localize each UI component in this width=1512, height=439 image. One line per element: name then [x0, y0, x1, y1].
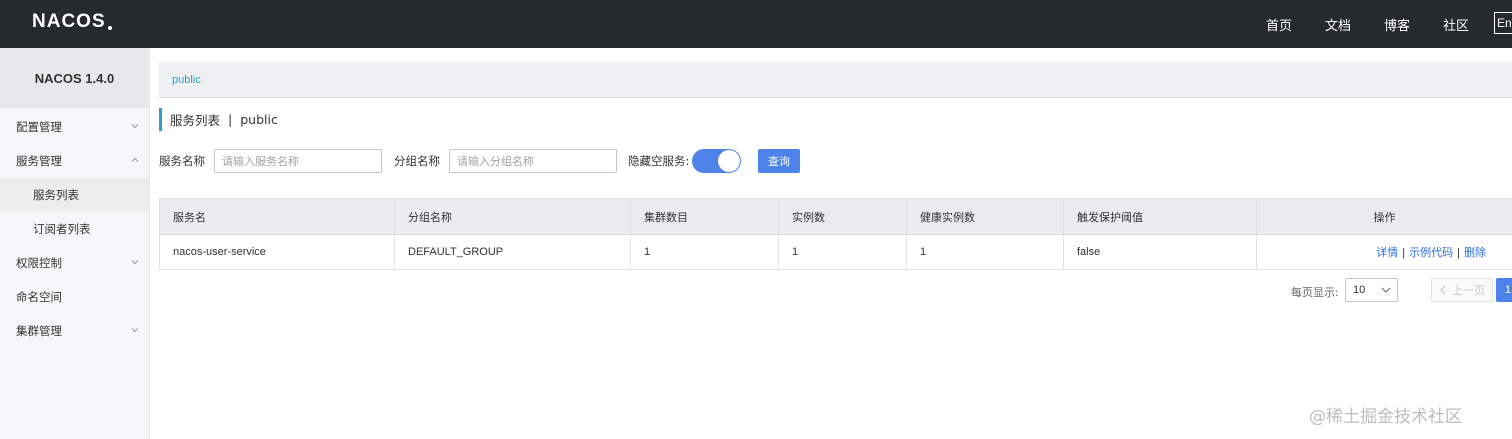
page-title-namespace: public — [240, 112, 278, 127]
page-size-select[interactable]: 10 — [1345, 278, 1398, 302]
chevron-left-icon — [1440, 285, 1446, 295]
sidebar-item-label: 权限控制 — [16, 256, 62, 270]
page-title: 服务列表 | public — [159, 108, 278, 131]
table-header-row: 服务名 分组名称 集群数目 实例数 健康实例数 触发保护阈值 操作 — [159, 198, 1512, 235]
hide-empty-toggle[interactable] — [692, 149, 741, 173]
page-title-text: 服务列表 — [170, 113, 221, 128]
query-button[interactable]: 查询 — [758, 149, 800, 173]
cell-service: nacos-user-service — [159, 234, 395, 270]
group-name-label: 分组名称 — [394, 154, 440, 168]
logo-text: NACOS — [32, 11, 106, 32]
col-header-instances: 实例数 — [778, 198, 907, 235]
language-switch-button[interactable]: En — [1494, 12, 1512, 34]
sidebar-item-label: 订阅者列表 — [33, 222, 91, 236]
service-name-input[interactable] — [214, 149, 382, 173]
action-separator: | — [1402, 247, 1406, 259]
nav-blog[interactable]: 博客 — [1384, 15, 1410, 34]
service-name-filter: 服务名称 — [159, 149, 382, 173]
sidebar-item-label: 配置管理 — [16, 120, 62, 134]
watermark: @稀土掘金技术社区 — [1309, 407, 1462, 427]
group-name-filter: 分组名称 — [394, 149, 617, 173]
sample-code-link[interactable]: 示例代码 — [1409, 247, 1453, 259]
cell-clusters: 1 — [630, 234, 779, 270]
col-header-threshold: 触发保护阈值 — [1063, 198, 1257, 235]
sidebar-item-cluster-management[interactable]: 集群管理 — [0, 314, 149, 348]
cell-group: DEFAULT_GROUP — [394, 234, 631, 270]
title-separator: | — [228, 112, 233, 127]
current-page-button[interactable]: 1 — [1496, 278, 1512, 302]
top-header: NACOS 首页 文档 博客 社区 En — [0, 0, 1512, 48]
col-header-actions: 操作 — [1256, 198, 1512, 235]
nav-community[interactable]: 社区 — [1443, 15, 1469, 34]
col-header-healthy: 健康实例数 — [906, 198, 1064, 235]
service-table: 服务名 分组名称 集群数目 实例数 健康实例数 触发保护阈值 操作 nacos-… — [159, 198, 1512, 270]
nav-docs[interactable]: 文档 — [1325, 15, 1351, 34]
namespace-bar: public — [159, 62, 1512, 98]
sidebar-item-service-management[interactable]: 服务管理 — [0, 144, 149, 178]
page-size-label: 每页显示: — [1291, 286, 1339, 299]
sidebar-item-label: 集群管理 — [16, 324, 62, 338]
sidebar-item-config-management[interactable]: 配置管理 — [0, 110, 149, 144]
col-header-group: 分组名称 — [394, 198, 631, 235]
cell-threshold: false — [1063, 234, 1257, 270]
sidebar-item-namespace[interactable]: 命名空间 — [0, 280, 149, 314]
prev-page-button[interactable]: 上一页 — [1431, 278, 1493, 302]
delete-link[interactable]: 删除 — [1464, 247, 1486, 259]
action-separator: | — [1457, 247, 1460, 259]
main-content: public 服务列表 | public 服务名称 分组名称 隐藏空服务: 查询… — [150, 48, 1512, 439]
sidebar-item-service-list[interactable]: 服务列表 — [0, 178, 149, 212]
sidebar-item-access-control[interactable]: 权限控制 — [0, 246, 149, 280]
sidebar-item-label: 命名空间 — [16, 290, 62, 304]
cell-instances: 1 — [778, 234, 907, 270]
sidebar-item-label: 服务列表 — [33, 188, 79, 202]
namespace-link[interactable]: public — [172, 74, 201, 86]
sidebar-menu: 配置管理 服务管理 服务列表 订阅者列表 权限控制 命名空间 集群管理 — [0, 110, 149, 348]
sidebar: NACOS 1.4.0 配置管理 服务管理 服务列表 订阅者列表 权限控制 命名… — [0, 48, 150, 439]
logo-dot — [107, 26, 112, 30]
chevron-up-icon — [131, 157, 139, 162]
cell-healthy: 1 — [906, 234, 1064, 270]
detail-link[interactable]: 详情 — [1376, 247, 1398, 259]
col-header-clusters: 集群数目 — [630, 198, 779, 235]
col-header-service: 服务名 — [159, 198, 395, 235]
nav-home[interactable]: 首页 — [1266, 15, 1292, 34]
sidebar-title: NACOS 1.4.0 — [0, 48, 149, 108]
toggle-knob — [718, 150, 740, 172]
service-name-label: 服务名称 — [159, 154, 205, 168]
hide-empty-label: 隐藏空服务: — [628, 154, 690, 168]
top-nav: 首页 文档 博客 社区 — [1266, 0, 1502, 48]
hide-empty-filter: 隐藏空服务: — [628, 149, 689, 173]
chevron-down-icon — [1381, 287, 1391, 293]
table-row: nacos-user-service DEFAULT_GROUP 1 1 1 f… — [159, 234, 1512, 270]
page-size-value: 10 — [1353, 284, 1366, 296]
sidebar-item-label: 服务管理 — [16, 154, 62, 168]
chevron-down-icon — [131, 260, 139, 265]
sidebar-item-subscriber-list[interactable]: 订阅者列表 — [0, 212, 149, 246]
chevron-down-icon — [131, 328, 139, 333]
cell-actions: 详情 | 示例代码 | 删除 — [1256, 234, 1512, 270]
prev-page-label: 上一页 — [1452, 284, 1485, 297]
nacos-logo[interactable]: NACOS — [32, 11, 112, 33]
group-name-input[interactable] — [449, 149, 617, 173]
chevron-down-icon — [131, 124, 139, 129]
